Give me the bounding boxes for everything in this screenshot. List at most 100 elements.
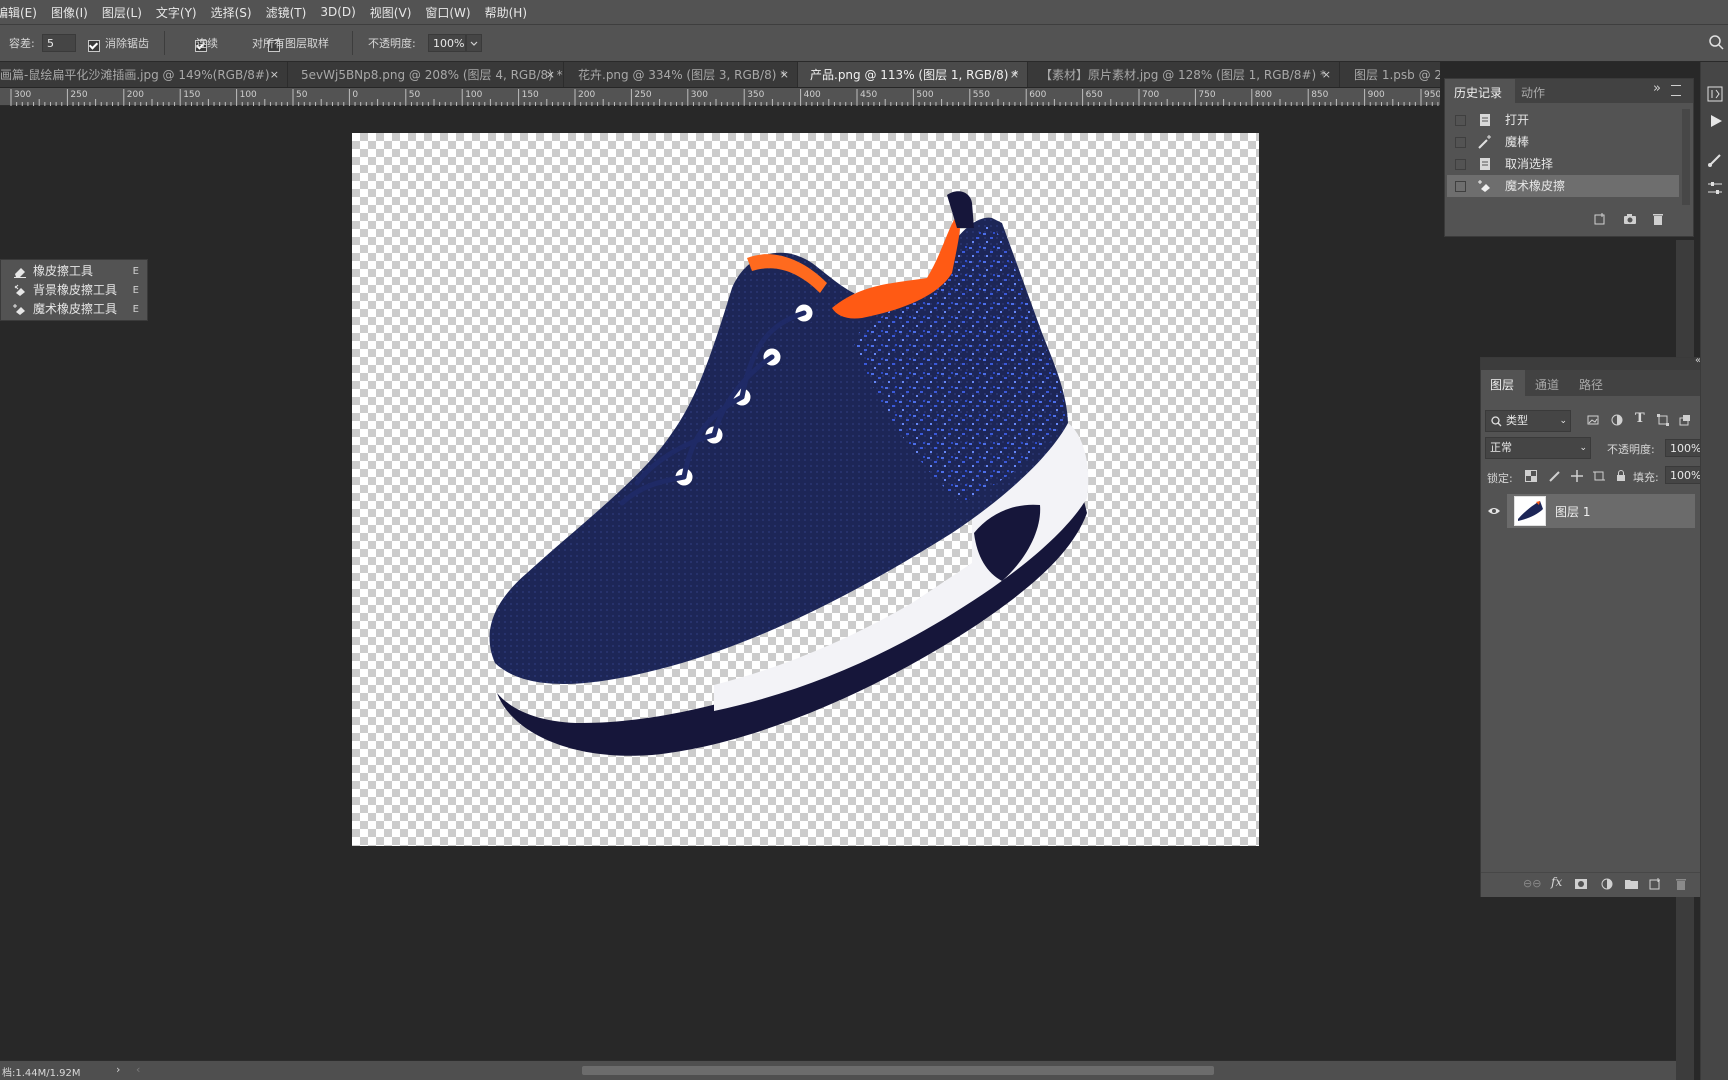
- contiguous-label: 连续: [196, 37, 218, 50]
- folder-icon[interactable]: [1625, 879, 1638, 889]
- fill-input[interactable]: 100%: [1665, 466, 1705, 484]
- antialias-checkbox[interactable]: [88, 39, 100, 52]
- menu-3d[interactable]: 3D(D): [313, 5, 362, 19]
- ruler-label: 750: [1198, 90, 1215, 100]
- history-item-deselect[interactable]: 取消选择: [1447, 153, 1679, 175]
- tab-actions[interactable]: 动作: [1521, 84, 1545, 101]
- scroll-left-icon[interactable]: ‹: [136, 1063, 140, 1076]
- status-bar: 档:1.44M/1.92M › ‹: [0, 1060, 1676, 1080]
- tab-layer-psb[interactable]: 图层 1.psb @ 28: [1340, 62, 1440, 87]
- history-source-checkbox[interactable]: [1455, 159, 1466, 170]
- link-layers-icon[interactable]: ⊖⊖: [1523, 877, 1541, 890]
- flyout-item-magic-eraser[interactable]: 魔术橡皮擦工具 E: [1, 300, 147, 319]
- lock-artboard-icon[interactable]: [1593, 470, 1605, 482]
- new-document-from-state-icon[interactable]: [1593, 212, 1607, 226]
- flyout-item-eraser[interactable]: 橡皮擦工具 E: [1, 262, 147, 281]
- ruler-label: 850: [1311, 90, 1328, 100]
- tab-source-material[interactable]: 【素材】原片素材.jpg @ 128% (图层 1, RGB/8#) * ×: [1028, 62, 1340, 87]
- flyout-item-background-eraser[interactable]: 背景橡皮擦工具 E: [1, 281, 147, 300]
- magic-wand-icon: [1478, 135, 1491, 149]
- menu-type[interactable]: 文字(Y): [149, 4, 204, 21]
- smart-object-filter-icon[interactable]: [1679, 414, 1691, 426]
- ruler-label: 200: [127, 90, 144, 100]
- eye-icon[interactable]: [1487, 506, 1501, 516]
- layer-filter-select[interactable]: 类型 ⌄: [1485, 410, 1571, 432]
- tab-5evwj5bnp8[interactable]: 5evWj5BNp8.png @ 208% (图层 4, RGB/8) * ×: [288, 62, 564, 87]
- brush-icon[interactable]: [1707, 152, 1723, 168]
- opacity-label: 不透明度:: [368, 37, 416, 50]
- ruler-label: 450: [860, 90, 877, 100]
- sample-all-label: 对所有图层取样: [252, 37, 329, 50]
- layer-name[interactable]: 图层 1: [1555, 503, 1590, 520]
- layer-mask-icon[interactable]: [1575, 879, 1587, 889]
- play-icon[interactable]: [1709, 114, 1723, 128]
- document-tab-bar: 画篇-鼠绘扁平化沙滩插画.jpg @ 149%(RGB/8#) × 5evWj5B…: [0, 62, 1440, 88]
- magic-eraser-icon: [13, 304, 25, 315]
- lock-all-icon[interactable]: [1615, 470, 1627, 482]
- history-source-checkbox[interactable]: [1455, 115, 1466, 126]
- camera-icon[interactable]: [1623, 212, 1637, 226]
- lock-transparent-pixels-icon[interactable]: [1525, 470, 1537, 482]
- type-filter-icon[interactable]: T: [1635, 411, 1645, 426]
- tab-paths[interactable]: 路径: [1579, 376, 1603, 393]
- trash-icon[interactable]: [1675, 878, 1687, 890]
- background-eraser-icon: [14, 284, 25, 296]
- adjustment-filter-icon[interactable]: [1611, 414, 1623, 426]
- trash-icon[interactable]: [1651, 212, 1665, 226]
- layers-panel: « × 图层 通道 路径 类型 ⌄ T 正常 ⌄ 不透明度: 100% ⌄ 锁定…: [1480, 355, 1728, 897]
- menu-window[interactable]: 窗口(W): [418, 4, 477, 21]
- menu-image[interactable]: 图像(I): [44, 4, 95, 21]
- layer-opacity-input[interactable]: 100%: [1665, 439, 1705, 457]
- document-canvas[interactable]: [352, 133, 1259, 846]
- product-image-sneaker: [489, 191, 1089, 756]
- menu-edit[interactable]: 编辑(E): [0, 4, 44, 21]
- history-item-open[interactable]: 打开: [1447, 109, 1679, 131]
- ruler-label: 900: [1368, 90, 1385, 100]
- shape-filter-icon[interactable]: [1657, 414, 1669, 426]
- horizontal-scroll-thumb[interactable]: [582, 1066, 1214, 1075]
- menu-layer[interactable]: 图层(L): [95, 4, 149, 21]
- tab-product[interactable]: 产品.png @ 113% (图层 1, RGB/8) * ×: [798, 62, 1028, 87]
- history-item-magic-wand[interactable]: 魔棒: [1447, 131, 1679, 153]
- separator: [164, 31, 165, 55]
- menu-help[interactable]: 帮助(H): [478, 4, 534, 21]
- history-panel-icon[interactable]: [1707, 86, 1723, 102]
- chevron-down-icon: ⌄: [1559, 416, 1567, 426]
- tab-beach-illustration[interactable]: 画篇-鼠绘扁平化沙滩插画.jpg @ 149%(RGB/8#) ×: [0, 62, 288, 87]
- close-icon[interactable]: ×: [1010, 62, 1019, 87]
- horizontal-ruler: 300 250 200 150 100 50 0 50 100 150 200 250 300 350 40…: [0, 88, 1440, 106]
- menu-select[interactable]: 选择(S): [204, 4, 259, 21]
- new-layer-icon[interactable]: [1649, 878, 1661, 890]
- history-scrollbar[interactable]: [1682, 109, 1690, 205]
- fx-icon[interactable]: fx: [1551, 875, 1562, 889]
- chevron-right-icon[interactable]: ›: [116, 1063, 120, 1076]
- close-icon[interactable]: ×: [546, 62, 555, 87]
- tolerance-input[interactable]: 5: [42, 34, 76, 52]
- history-source-checkbox[interactable]: [1455, 181, 1466, 192]
- tolerance-label: 容差:: [9, 37, 35, 50]
- tab-flowers[interactable]: 花卉.png @ 334% (图层 3, RGB/8) * ×: [564, 62, 798, 87]
- menu-view[interactable]: 视图(V): [363, 4, 419, 21]
- lock-position-icon[interactable]: [1571, 470, 1583, 482]
- lock-image-pixels-icon[interactable]: [1549, 470, 1561, 482]
- adjustment-layer-icon[interactable]: [1601, 878, 1613, 890]
- blend-mode-select[interactable]: 正常 ⌄: [1485, 437, 1591, 459]
- image-filter-icon[interactable]: [1587, 414, 1599, 426]
- tab-channels[interactable]: 通道: [1535, 376, 1559, 393]
- collapse-icon[interactable]: »: [1653, 81, 1661, 96]
- panel-menu-icon[interactable]: [1671, 85, 1681, 96]
- menu-filter[interactable]: 滤镜(T): [259, 4, 314, 21]
- search-icon[interactable]: [1708, 34, 1724, 50]
- close-icon[interactable]: ×: [1322, 62, 1331, 87]
- ruler-label: 250: [70, 90, 87, 100]
- close-icon[interactable]: ×: [270, 62, 279, 87]
- close-icon[interactable]: ×: [780, 62, 789, 87]
- flyout-item-label: 魔术橡皮擦工具: [33, 302, 118, 316]
- opacity-dropdown[interactable]: [466, 34, 482, 52]
- sliders-icon[interactable]: [1707, 180, 1723, 196]
- opacity-input[interactable]: 100%: [428, 34, 466, 52]
- history-item-label: 打开: [1505, 113, 1530, 127]
- ruler-label: 100: [240, 90, 257, 100]
- history-source-checkbox[interactable]: [1455, 137, 1466, 148]
- history-item-magic-eraser[interactable]: 魔术橡皮擦: [1447, 175, 1679, 197]
